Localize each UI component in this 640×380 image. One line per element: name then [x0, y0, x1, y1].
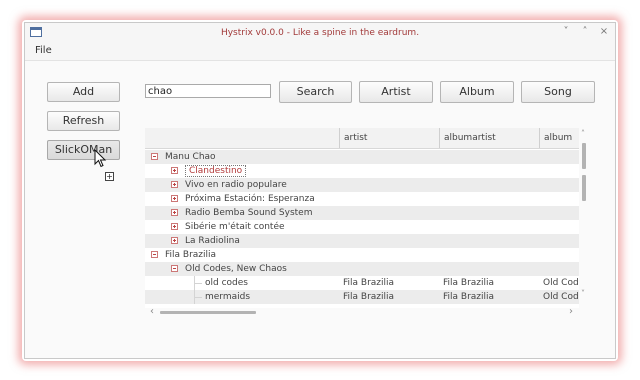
collapse-icon[interactable]: [151, 251, 158, 258]
table-row[interactable]: Clandestino: [145, 164, 579, 178]
tree-node-label: Próxima Estación: Esperanza: [185, 194, 315, 204]
menu-bar: File: [25, 43, 615, 61]
maximize-icon[interactable]: ˄: [578, 25, 592, 39]
cell-artist: Fila Brazilia: [343, 292, 395, 302]
close-icon[interactable]: ×: [597, 25, 611, 39]
search-button[interactable]: Search: [279, 81, 352, 103]
table-row[interactable]: Radio Bemba Sound System: [145, 206, 579, 220]
tree-node-label: Vivo en radio populare: [185, 180, 287, 190]
expand-icon[interactable]: [171, 181, 178, 188]
horizontal-scrollbar[interactable]: ‹ ›: [145, 306, 579, 318]
table-row[interactable]: Fila Brazilia: [145, 248, 579, 262]
tree-node-cell: Old Codes, New Chaos: [185, 262, 287, 276]
tree-node-label: Sibérie m'était contée: [185, 222, 285, 232]
song-filter-button[interactable]: Song: [521, 81, 595, 103]
scroll-up-icon[interactable]: ˄: [581, 129, 585, 138]
app-window: Hystrix v0.0.0 - Like a spine in the ear…: [24, 22, 616, 359]
tree-node-label: mermaids: [205, 292, 251, 302]
scroll-down-icon[interactable]: ˅: [581, 289, 585, 298]
tree-node-cell: mermaids: [205, 290, 250, 304]
table-row[interactable]: Manu Chao: [145, 150, 579, 164]
scroll-right-icon[interactable]: ›: [569, 306, 573, 317]
menu-file[interactable]: File: [35, 45, 52, 56]
tree-node-label: old codes: [205, 278, 248, 288]
library-tree-table[interactable]: artist albumartist album Manu Chao Clande…: [145, 128, 579, 308]
table-header: artist albumartist album: [145, 128, 579, 149]
tree-node-cell: Sibérie m'était contée: [185, 220, 285, 234]
scroll-left-icon[interactable]: ‹: [150, 306, 154, 317]
cell-albumartist: Fila Brazilia: [443, 292, 495, 302]
title-bar[interactable]: Hystrix v0.0.0 - Like a spine in the ear…: [25, 23, 615, 43]
table-row[interactable]: old codes Fila Brazilia Fila Brazilia Old C…: [145, 276, 579, 290]
table-row[interactable]: Sibérie m'était contée: [145, 220, 579, 234]
cell-album: Old Cod: [543, 292, 579, 302]
column-header-artist[interactable]: artist: [339, 128, 439, 148]
tree-node-label: Old Codes, New Chaos: [185, 264, 287, 274]
column-header-albumartist[interactable]: albumartist: [439, 128, 539, 148]
column-header-name[interactable]: [145, 128, 339, 148]
tree-node-cell: La Radiolina: [185, 234, 240, 248]
table-row[interactable]: mermaids Fila Brazilia Fila Brazilia Old Co…: [145, 290, 579, 304]
expand-icon[interactable]: [171, 237, 178, 244]
expand-icon[interactable]: [171, 195, 178, 202]
search-input[interactable]: [145, 84, 271, 98]
drag-add-icon: +: [105, 172, 114, 181]
expand-icon[interactable]: [171, 209, 178, 216]
table-row[interactable]: La Radiolina: [145, 234, 579, 248]
expand-icon[interactable]: [171, 223, 178, 230]
tree-node-cell: old codes: [205, 276, 248, 290]
table-row[interactable]: Vivo en radio populare: [145, 178, 579, 192]
tree-node-cell: Próxima Estación: Esperanza: [185, 192, 315, 206]
slickoman-button[interactable]: SlickOMan: [47, 140, 120, 160]
add-button[interactable]: Add: [47, 82, 120, 102]
tree-node-label: Manu Chao: [165, 152, 216, 162]
tree-guide-line: [194, 283, 202, 284]
tree-node-label: Clandestino: [185, 165, 247, 177]
album-filter-button[interactable]: Album: [440, 81, 514, 103]
artist-filter-button[interactable]: Artist: [359, 81, 433, 103]
collapse-icon[interactable]: [151, 153, 158, 160]
tree-node-cell: Fila Brazilia: [165, 248, 216, 262]
tree-node-label: Fila Brazilia: [165, 250, 217, 260]
collapse-icon[interactable]: [171, 265, 178, 272]
horizontal-scroll-thumb[interactable]: [160, 311, 256, 314]
tree-node-cell: Vivo en radio populare: [185, 178, 287, 192]
minimize-icon[interactable]: ˅: [559, 25, 573, 39]
tree-node-cell: Clandestino: [185, 164, 247, 178]
mouse-cursor-icon: [94, 149, 107, 168]
refresh-button[interactable]: Refresh: [47, 111, 120, 131]
tree-node-label: Radio Bemba Sound System: [185, 208, 313, 218]
vertical-scrollbar[interactable]: ˄ ˅: [579, 128, 589, 308]
cell-albumartist: Fila Brazilia: [443, 278, 495, 288]
cell-artist: Fila Brazilia: [343, 278, 395, 288]
tree-node-cell: Manu Chao: [165, 150, 216, 164]
expand-icon[interactable]: [171, 167, 178, 174]
tree-guide-line: [194, 297, 202, 298]
table-row[interactable]: Próxima Estación: Esperanza: [145, 192, 579, 206]
vertical-scroll-thumb-lower[interactable]: [582, 175, 586, 201]
window-title: Hystrix v0.0.0 - Like a spine in the ear…: [220, 28, 420, 38]
tree-node-cell: Radio Bemba Sound System: [185, 206, 312, 220]
table-row[interactable]: Old Codes, New Chaos: [145, 262, 579, 276]
tree-node-label: La Radiolina: [185, 236, 240, 246]
cell-album: Old Cod: [543, 278, 579, 288]
column-header-album[interactable]: album: [539, 128, 579, 148]
vertical-scroll-thumb[interactable]: [582, 143, 586, 169]
